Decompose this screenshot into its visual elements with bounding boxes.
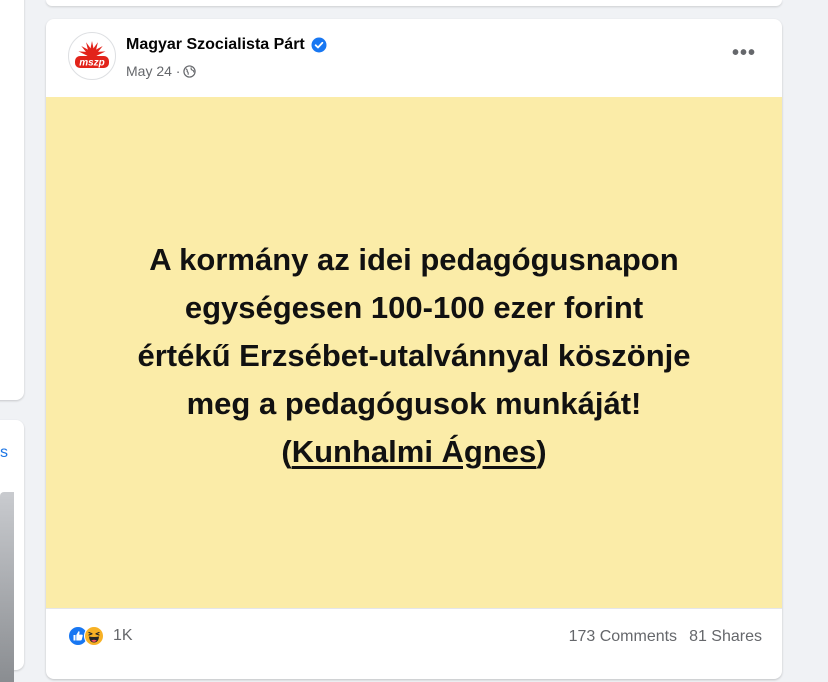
post-date[interactable]: May 24 · [126,63,180,79]
attribution-close-paren: ) [536,433,547,469]
logo-text: mszp [79,58,105,69]
author-name[interactable]: Magyar Szocialista Párt [126,36,327,54]
left-card-text-fragment[interactable]: s [0,444,8,462]
post-content: A kormány az idei pedagógusnapon egysége… [46,97,782,608]
shares-count[interactable]: 81 Shares [689,628,762,646]
verified-badge-icon [311,37,327,53]
more-options-icon[interactable]: ••• [728,41,760,65]
post-footer: 1K 173 Comments 81 Shares [46,608,782,669]
post-meta: May 24 · [126,63,197,79]
post-text-line: meg a pedagógusok munkáját! [186,385,642,421]
reactions-summary[interactable]: 1K [68,626,133,646]
left-sidebar-card [0,0,24,400]
attribution-link[interactable]: Kunhalmi Ágnes [292,434,537,469]
haha-reaction-icon [84,626,104,646]
globe-icon[interactable] [183,64,197,78]
post-text-line: értékű Erzsébet-utalvánnyal köszönje [137,337,691,373]
comments-count[interactable]: 173 Comments [569,628,678,646]
attribution-line: (Kunhalmi Ágnes) [137,428,690,476]
previous-post-card-edge [46,0,782,6]
avatar[interactable]: mszp [68,32,116,80]
attribution-open-paren: ( [281,433,292,469]
author-name-text[interactable]: Magyar Szocialista Párt [126,36,305,54]
reaction-count[interactable]: 1K [113,627,133,645]
left-card-thumbnail[interactable] [0,492,14,682]
post-text: A kormány az idei pedagógusnapon egysége… [137,230,690,476]
post-text-line: egységesen 100-100 ezer forint [184,289,644,325]
post-stats: 173 Comments 81 Shares [569,628,762,646]
left-sidebar-card-lower: s [0,420,24,682]
post-text-line: A kormány az idei pedagógusnapon [149,241,679,277]
post-card: mszp Magyar Szocialista Párt May 24 · ••… [46,19,782,679]
